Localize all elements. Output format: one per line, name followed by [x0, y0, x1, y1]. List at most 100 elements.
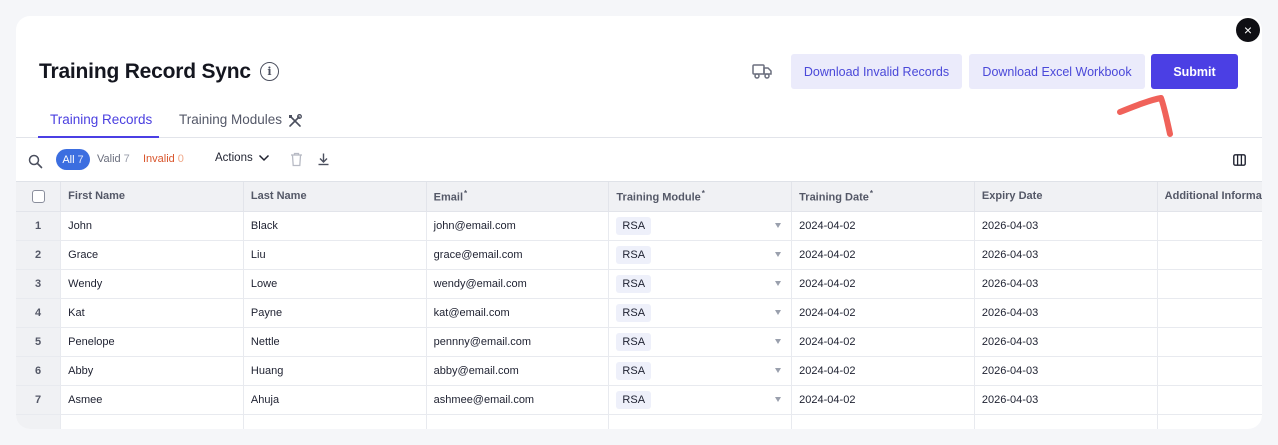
- select-all-checkbox[interactable]: [31, 189, 45, 203]
- column-header-training-date[interactable]: Training Date*: [791, 182, 975, 212]
- email-cell[interactable]: ashmee@email.com: [426, 385, 610, 415]
- tab-training-modules[interactable]: Training Modules: [179, 112, 282, 127]
- last-name-cell[interactable]: Lowe: [243, 269, 427, 299]
- submit-button[interactable]: Submit: [1151, 54, 1238, 89]
- table-row[interactable]: 1 John Black john@email.com RSA 2024-04-02 202…: [16, 211, 1262, 241]
- column-header-training-module[interactable]: Training Module*: [608, 182, 793, 212]
- filter-valid[interactable]: Valid 7: [97, 153, 130, 165]
- email-cell[interactable]: abby@email.com: [426, 356, 610, 386]
- expiry-date-cell[interactable]: 2026-04-03: [974, 269, 1158, 299]
- empty-table-row[interactable]: [16, 414, 1262, 429]
- table-row[interactable]: 6 Abby Huang abby@email.com RSA 2024-04-02 202…: [16, 356, 1262, 386]
- dropdown-caret-icon[interactable]: [775, 280, 782, 286]
- row-number[interactable]: 7: [16, 385, 62, 415]
- training-module-cell[interactable]: RSA: [608, 269, 793, 299]
- additional-information-cell[interactable]: [1157, 240, 1262, 270]
- row-number[interactable]: 1: [16, 211, 62, 241]
- empty-cell[interactable]: [16, 414, 62, 429]
- email-cell[interactable]: grace@email.com: [426, 240, 610, 270]
- first-name-cell[interactable]: Penelope: [60, 327, 244, 357]
- dropdown-caret-icon[interactable]: [775, 367, 782, 373]
- table-row[interactable]: 2 Grace Liu grace@email.com RSA 2024-04-02 202…: [16, 240, 1262, 270]
- training-module-cell[interactable]: RSA: [608, 385, 793, 415]
- expiry-date-cell[interactable]: 2026-04-03: [974, 327, 1158, 357]
- empty-cell[interactable]: [243, 414, 427, 429]
- first-name-cell[interactable]: Kat: [60, 298, 244, 328]
- column-header-email[interactable]: Email*: [426, 182, 610, 212]
- additional-information-cell[interactable]: [1157, 298, 1262, 328]
- trash-icon[interactable]: [290, 152, 303, 167]
- tab-training-records[interactable]: Training Records: [50, 112, 152, 127]
- first-name-cell[interactable]: Wendy: [60, 269, 244, 299]
- training-module-cell[interactable]: RSA: [608, 327, 793, 357]
- download-excel-workbook-button[interactable]: Download Excel Workbook: [969, 54, 1145, 89]
- download-invalid-records-button[interactable]: Download Invalid Records: [791, 54, 962, 89]
- last-name-cell[interactable]: Ahuja: [243, 385, 427, 415]
- info-icon[interactable]: i: [260, 62, 279, 81]
- download-icon[interactable]: [317, 152, 330, 167]
- first-name-cell[interactable]: Grace: [60, 240, 244, 270]
- additional-information-cell[interactable]: [1157, 385, 1262, 415]
- dropdown-caret-icon[interactable]: [775, 251, 782, 257]
- training-module-cell[interactable]: RSA: [608, 356, 793, 386]
- additional-information-cell[interactable]: [1157, 211, 1262, 241]
- table-row[interactable]: 5 Penelope Nettle pennny@email.com RSA 2024-0…: [16, 327, 1262, 357]
- additional-information-cell[interactable]: [1157, 356, 1262, 386]
- row-number[interactable]: 6: [16, 356, 62, 386]
- column-header-first-name[interactable]: First Name: [60, 182, 244, 212]
- additional-information-cell[interactable]: [1157, 269, 1262, 299]
- first-name-cell[interactable]: Asmee: [60, 385, 244, 415]
- training-date-cell[interactable]: 2024-04-02: [791, 211, 975, 241]
- last-name-cell[interactable]: Liu: [243, 240, 427, 270]
- empty-cell[interactable]: [60, 414, 244, 429]
- training-date-cell[interactable]: 2024-04-02: [791, 240, 975, 270]
- training-date-cell[interactable]: 2024-04-02: [791, 327, 975, 357]
- email-cell[interactable]: pennny@email.com: [426, 327, 610, 357]
- search-icon[interactable]: [28, 154, 43, 169]
- email-cell[interactable]: wendy@email.com: [426, 269, 610, 299]
- column-header-expiry-date[interactable]: Expiry Date: [974, 182, 1158, 212]
- expiry-date-cell[interactable]: 2026-04-03: [974, 356, 1158, 386]
- row-number[interactable]: 5: [16, 327, 62, 357]
- training-module-cell[interactable]: RSA: [608, 211, 793, 241]
- filter-all-pill[interactable]: All 7: [56, 149, 90, 170]
- column-header-additional-information[interactable]: Additional Information: [1157, 182, 1262, 212]
- training-module-cell[interactable]: RSA: [608, 298, 793, 328]
- empty-cell[interactable]: [608, 414, 793, 429]
- last-name-cell[interactable]: Black: [243, 211, 427, 241]
- dropdown-caret-icon[interactable]: [775, 338, 782, 344]
- training-date-cell[interactable]: 2024-04-02: [791, 269, 975, 299]
- close-icon[interactable]: ×: [1236, 18, 1260, 42]
- dropdown-caret-icon[interactable]: [775, 396, 782, 402]
- row-number[interactable]: 3: [16, 269, 62, 299]
- columns-icon[interactable]: [1233, 154, 1246, 166]
- last-name-cell[interactable]: Nettle: [243, 327, 427, 357]
- row-number[interactable]: 4: [16, 298, 62, 328]
- training-date-cell[interactable]: 2024-04-02: [791, 356, 975, 386]
- row-number[interactable]: 2: [16, 240, 62, 270]
- additional-information-cell[interactable]: [1157, 327, 1262, 357]
- empty-cell[interactable]: [791, 414, 975, 429]
- dropdown-caret-icon[interactable]: [775, 222, 782, 228]
- column-header-last-name[interactable]: Last Name: [243, 182, 427, 212]
- expiry-date-cell[interactable]: 2026-04-03: [974, 240, 1158, 270]
- empty-cell[interactable]: [426, 414, 610, 429]
- email-cell[interactable]: kat@email.com: [426, 298, 610, 328]
- expiry-date-cell[interactable]: 2026-04-03: [974, 211, 1158, 241]
- actions-dropdown[interactable]: Actions: [215, 152, 270, 164]
- truck-icon[interactable]: [752, 62, 772, 80]
- table-row[interactable]: 3 Wendy Lowe wendy@email.com RSA 2024-04-02 20…: [16, 269, 1262, 299]
- table-row[interactable]: 7 Asmee Ahuja ashmee@email.com RSA 2024-04-02…: [16, 385, 1262, 415]
- empty-cell[interactable]: [1157, 414, 1262, 429]
- expiry-date-cell[interactable]: 2026-04-03: [974, 385, 1158, 415]
- last-name-cell[interactable]: Huang: [243, 356, 427, 386]
- expiry-date-cell[interactable]: 2026-04-03: [974, 298, 1158, 328]
- dropdown-caret-icon[interactable]: [775, 309, 782, 315]
- email-cell[interactable]: john@email.com: [426, 211, 610, 241]
- training-date-cell[interactable]: 2024-04-02: [791, 385, 975, 415]
- training-date-cell[interactable]: 2024-04-02: [791, 298, 975, 328]
- first-name-cell[interactable]: John: [60, 211, 244, 241]
- training-module-cell[interactable]: RSA: [608, 240, 793, 270]
- empty-cell[interactable]: [974, 414, 1158, 429]
- first-name-cell[interactable]: Abby: [60, 356, 244, 386]
